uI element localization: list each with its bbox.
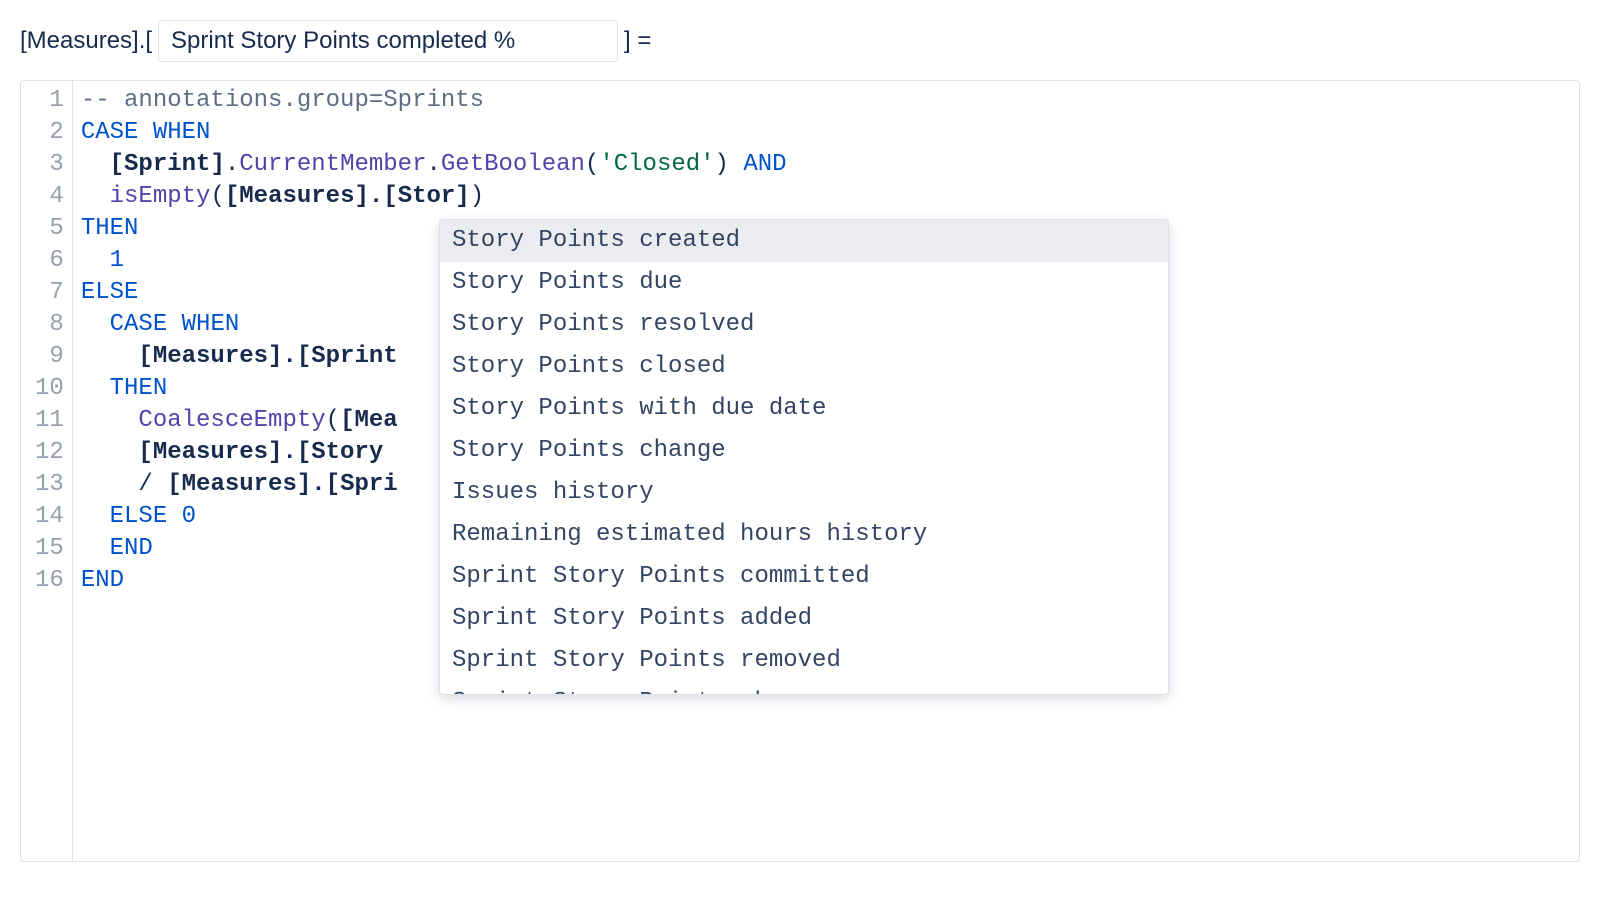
line-number: 4 — [35, 181, 64, 213]
line-number: 5 — [35, 213, 64, 245]
autocomplete-item[interactable]: Sprint Story Points removed — [440, 640, 1168, 682]
measure-prefix: [Measures].[ — [20, 27, 152, 55]
autocomplete-item[interactable]: Story Points closed — [440, 346, 1168, 388]
autocomplete-item[interactable]: Sprint Story Points committed — [440, 556, 1168, 598]
autocomplete-item[interactable]: Story Points with due date — [440, 388, 1168, 430]
line-number: 2 — [35, 117, 64, 149]
line-number: 12 — [35, 437, 64, 469]
line-number: 15 — [35, 533, 64, 565]
code-line[interactable]: -- annotations.group=Sprints — [81, 85, 1571, 117]
autocomplete-popup[interactable]: Story Points createdStory Points dueStor… — [439, 219, 1169, 695]
code-line[interactable]: CASE WHEN — [81, 117, 1571, 149]
line-number: 10 — [35, 373, 64, 405]
line-number: 16 — [35, 565, 64, 597]
line-number: 14 — [35, 501, 64, 533]
autocomplete-item[interactable]: Story Points resolved — [440, 304, 1168, 346]
autocomplete-item[interactable]: Remaining estimated hours history — [440, 514, 1168, 556]
line-number: 11 — [35, 405, 64, 437]
line-number: 1 — [35, 85, 64, 117]
measure-name-input[interactable] — [158, 20, 618, 62]
line-number-gutter: 12345678910111213141516 — [21, 81, 73, 861]
autocomplete-item[interactable]: Issues history — [440, 472, 1168, 514]
autocomplete-item[interactable]: Story Points due — [440, 262, 1168, 304]
autocomplete-item[interactable]: Story Points created — [440, 220, 1168, 262]
line-number: 6 — [35, 245, 64, 277]
line-number: 9 — [35, 341, 64, 373]
formula-editor: 12345678910111213141516 -- annotations.g… — [20, 80, 1580, 862]
autocomplete-item[interactable]: Story Points change — [440, 430, 1168, 472]
line-number: 7 — [35, 277, 64, 309]
code-line[interactable]: [Sprint].CurrentMember.GetBoolean('Close… — [81, 149, 1571, 181]
measure-name-row: [Measures].[ ] = — [20, 20, 1580, 62]
autocomplete-item[interactable]: Sprint Story Points added — [440, 598, 1168, 640]
autocomplete-item[interactable]: Sprint Story Points change — [440, 682, 1168, 695]
line-number: 3 — [35, 149, 64, 181]
line-number: 8 — [35, 309, 64, 341]
code-line[interactable]: isEmpty([Measures].[Stor]) — [81, 181, 1571, 213]
line-number: 13 — [35, 469, 64, 501]
measure-suffix: ] = — [624, 27, 651, 55]
